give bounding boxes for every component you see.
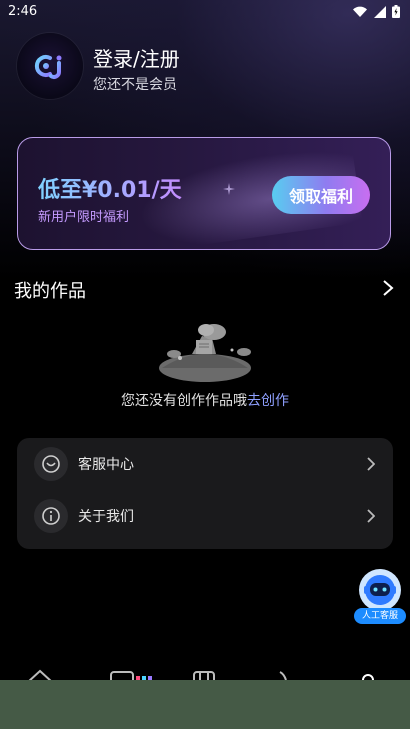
headset-icon (42, 455, 60, 473)
promo-card[interactable]: 低至¥0.01/天 新用户限时福利 领取福利 (17, 137, 391, 250)
empty-works-message: 您还没有创作作品哦去创作 (0, 390, 410, 410)
chevron-right-icon (367, 457, 375, 471)
menu-item-about-us[interactable]: 关于我们 (17, 490, 393, 542)
menu-icon-container (34, 499, 68, 533)
menu-item-label: 客服中心 (78, 457, 134, 473)
claim-benefit-button[interactable]: 领取福利 (272, 176, 370, 214)
status-icons (352, 5, 400, 18)
chevron-right-icon[interactable] (382, 279, 394, 297)
info-icon (42, 507, 60, 525)
customer-support-button[interactable]: 人工客服 (354, 568, 406, 626)
my-works-title[interactable]: 我的作品 (14, 277, 86, 303)
promo-price: 低至¥0.01/天 (38, 172, 182, 204)
avatar[interactable] (17, 33, 83, 99)
wifi-icon (353, 6, 367, 17)
membership-status: 您还不是会员 (93, 77, 177, 93)
promo-subtitle: 新用户限时福利 (38, 210, 130, 225)
menu-card: 客服中心 关于我们 (17, 438, 393, 549)
login-register-link[interactable]: 登录/注册 (93, 43, 180, 72)
empty-works-illustration (159, 324, 251, 382)
app-logo-icon (34, 55, 62, 79)
robot-assistant-icon (359, 569, 401, 611)
empty-works-text: 您还没有创作作品哦 (121, 393, 247, 409)
menu-item-label: 关于我们 (78, 509, 134, 525)
overlay-band (0, 680, 410, 729)
go-create-link[interactable]: 去创作 (247, 393, 289, 409)
customer-support-label: 人工客服 (354, 608, 406, 624)
status-time: 2:46 (8, 4, 38, 19)
signal-icon (374, 5, 386, 18)
menu-icon-container (34, 447, 68, 481)
sparkle-icon (223, 183, 235, 195)
battery-icon (392, 5, 400, 18)
chevron-right-icon (367, 509, 375, 523)
menu-item-customer-service[interactable]: 客服中心 (17, 438, 393, 490)
status-bar: 2:46 (0, 0, 410, 24)
